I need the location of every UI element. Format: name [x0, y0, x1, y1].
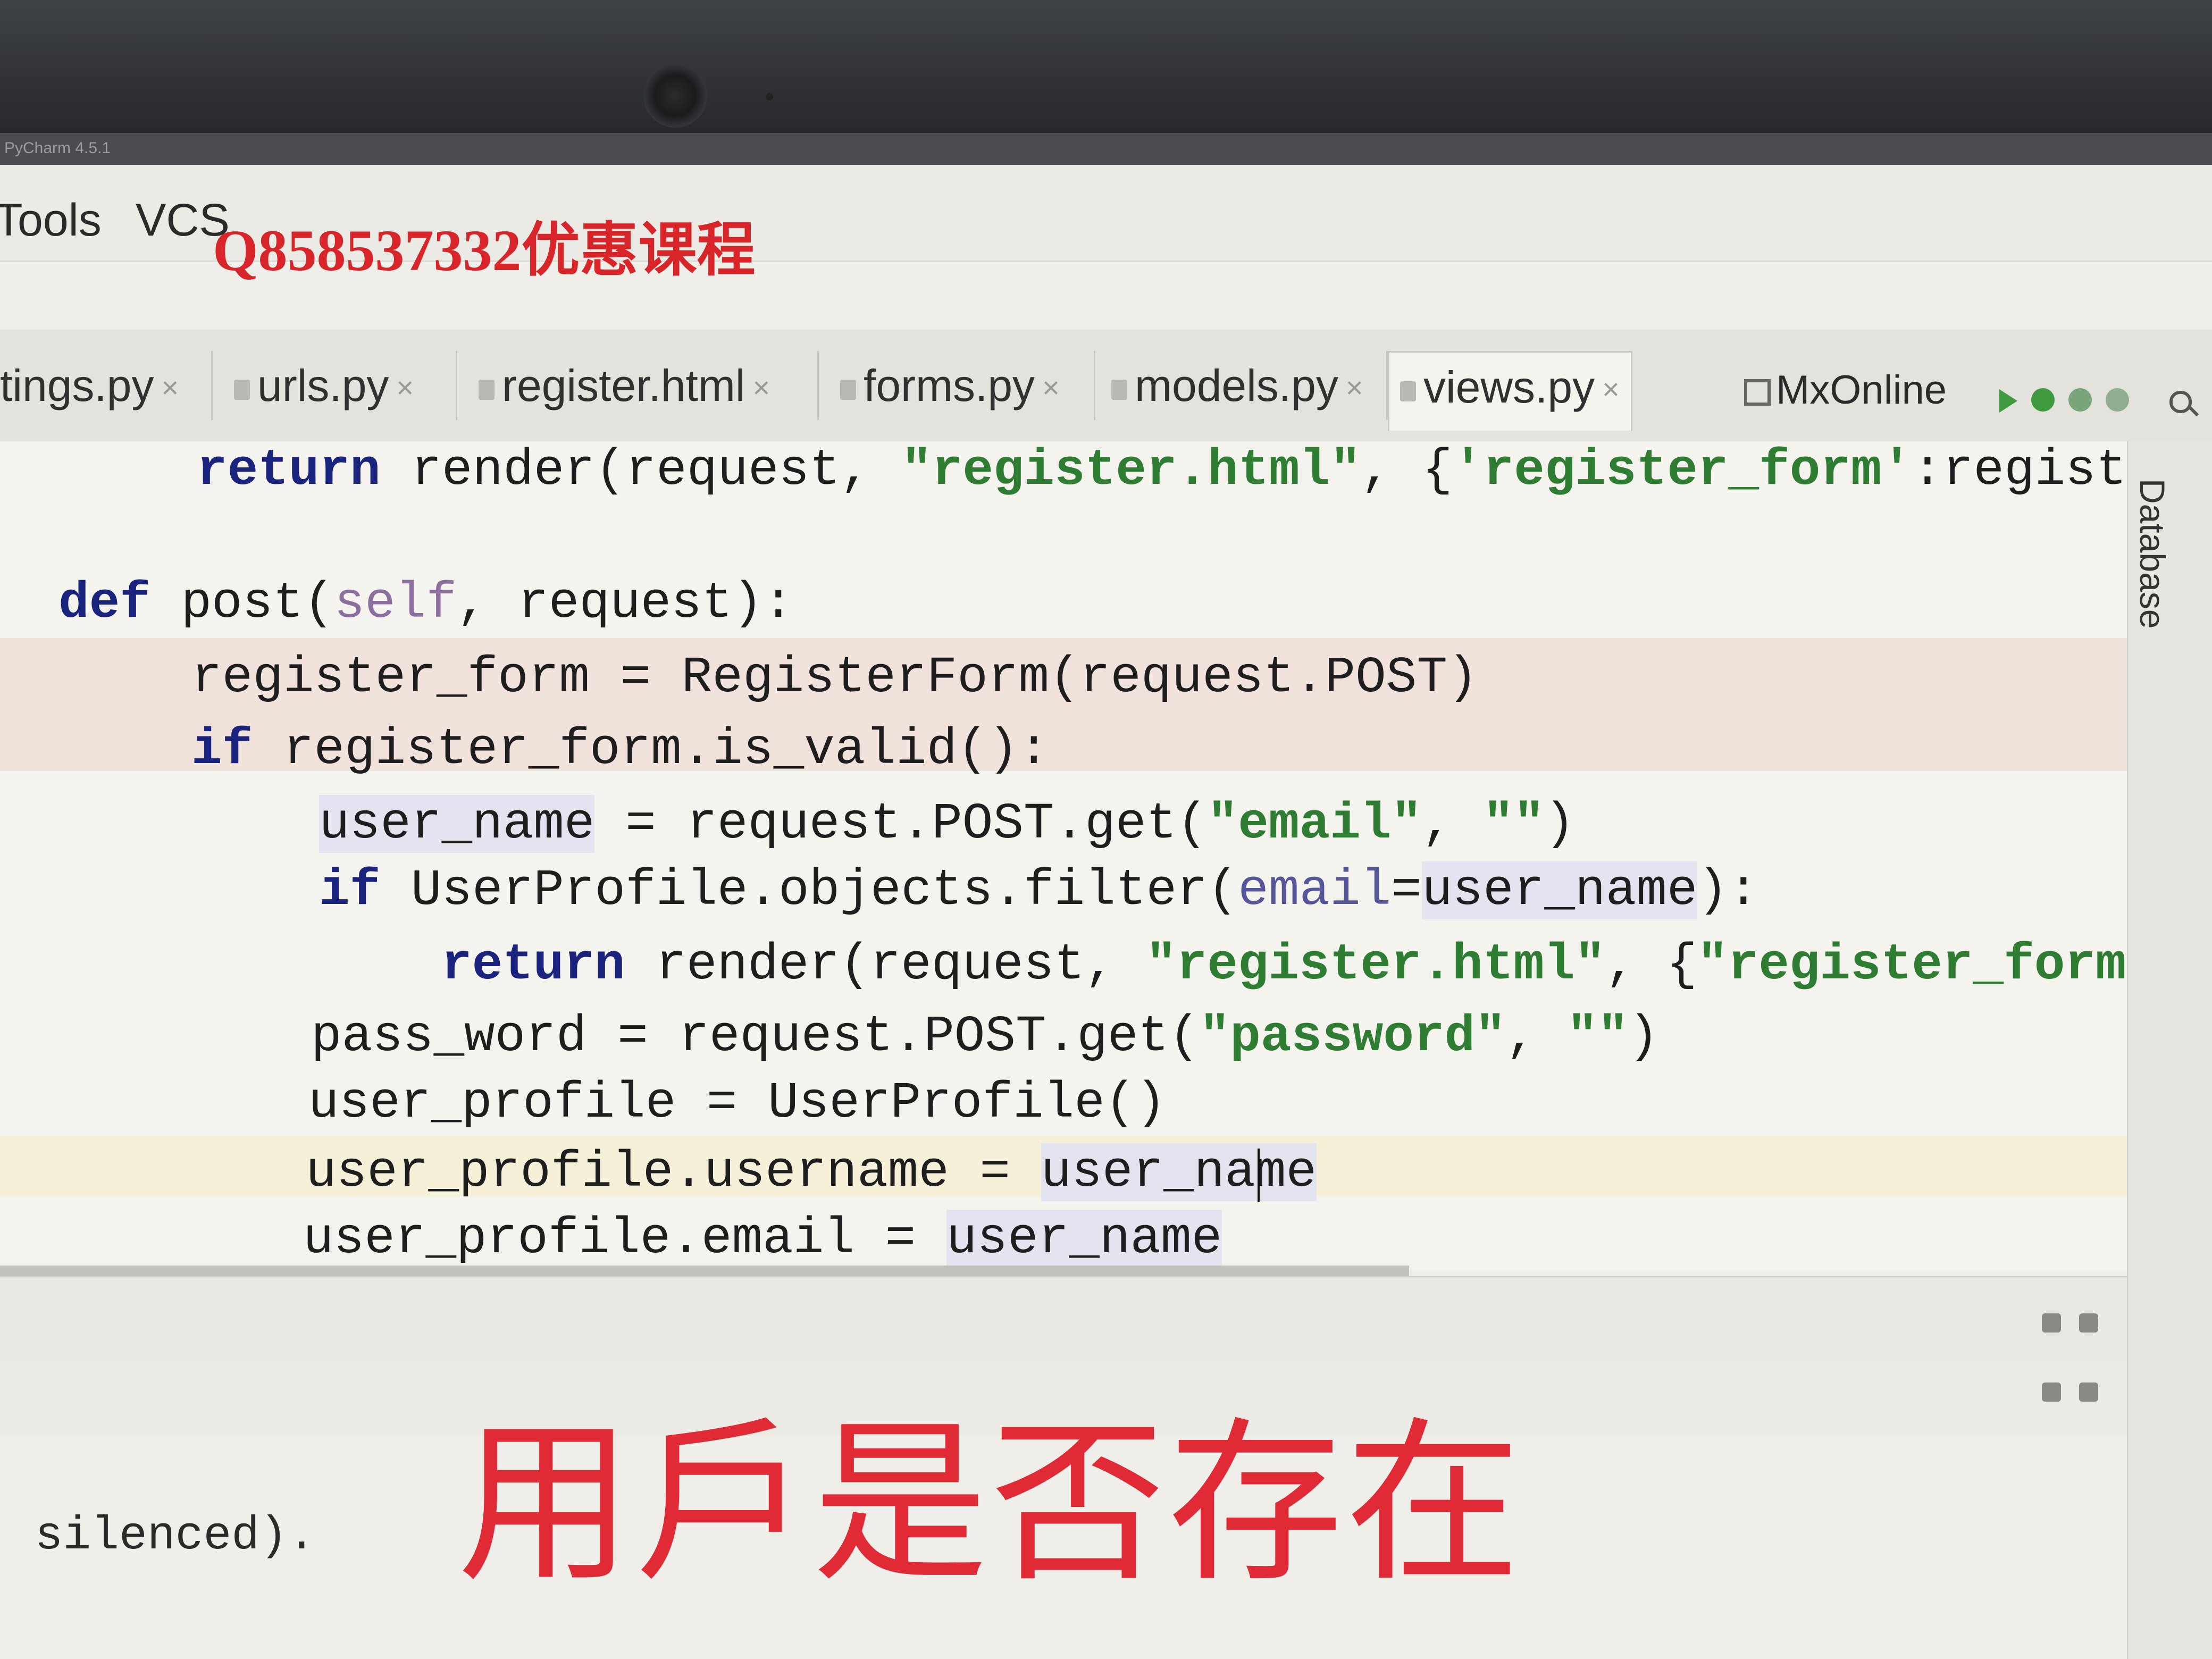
window-title: PyCharm 4.5.1	[4, 139, 111, 157]
python-file-icon	[1111, 380, 1127, 400]
search-icon[interactable]	[2169, 391, 2192, 413]
pin-icon[interactable]	[2042, 1313, 2061, 1333]
tab-label: register.html	[502, 361, 745, 410]
keyword-if: if	[191, 720, 253, 778]
text-caret	[1258, 1149, 1260, 1202]
coverage-icon[interactable]	[2068, 388, 2092, 412]
tab-close-icon[interactable]: ×	[753, 353, 770, 422]
code-line-1: return render(request, "register.html", …	[197, 441, 2212, 499]
menu-item-tools[interactable]: Tools	[0, 194, 102, 247]
code-line-4: if register_form.is_valid():	[191, 720, 1050, 778]
tab-label: forms.py	[864, 361, 1035, 410]
tab-settings-py[interactable]: tings.py ×	[0, 351, 213, 420]
python-file-icon	[234, 380, 250, 400]
code-line-10: user_profile.username = user_name	[306, 1143, 1317, 1201]
identifier-usage: user_name	[1041, 1143, 1317, 1201]
code-line-5: user_name = request.POST.get("email", ""…	[319, 795, 1575, 853]
code-line-9: user_profile = UserProfile()	[308, 1074, 1167, 1132]
run-icon[interactable]	[1999, 389, 2017, 413]
string-literal: "register.html"	[901, 441, 1361, 499]
tab-views-py[interactable]: views.py ×	[1388, 351, 1632, 431]
python-file-icon	[1400, 381, 1416, 401]
video-caption: 用戶是否存在	[457, 1402, 1523, 1606]
tab-label: models.py	[1135, 361, 1338, 410]
code-line-8: pass_word = request.POST.get("password",…	[311, 1008, 1659, 1066]
tab-register-html[interactable]: register.html ×	[468, 351, 819, 420]
horizontal-scrollbar[interactable]	[0, 1266, 1409, 1276]
string-literal: "register.html"	[1146, 936, 1606, 994]
code-line-11: user_profile.email = user_name	[303, 1210, 1222, 1268]
webcam	[643, 64, 707, 128]
keyword-return: return	[197, 441, 381, 499]
string-literal: ""	[1566, 1008, 1629, 1066]
string-literal: "email"	[1207, 795, 1422, 853]
tab-label: tings.py	[0, 361, 154, 410]
code-line-6: if UserProfile.objects.filter(email=user…	[319, 861, 1759, 919]
run-configuration-selector[interactable]: MxOnline	[1744, 367, 1947, 413]
debug-icon[interactable]	[2031, 388, 2055, 412]
identifier-usage: user_name	[319, 795, 595, 853]
database-tool-button[interactable]: Database	[2132, 479, 2173, 629]
string-literal: "password"	[1199, 1008, 1506, 1066]
window-titlebar	[0, 133, 2212, 165]
watermark-overlay: Q858537332优惠课程	[213, 218, 756, 283]
console-output-line: ) silenced).	[0, 1510, 316, 1563]
tab-close-icon[interactable]: ×	[396, 353, 414, 422]
tab-forms-py[interactable]: forms.py ×	[830, 351, 1095, 420]
run-config-label: MxOnline	[1776, 367, 1947, 413]
webcam-indicator	[766, 93, 773, 100]
identifier-usage: user_name	[1421, 861, 1698, 919]
named-argument: email	[1238, 861, 1392, 919]
profile-icon[interactable]	[2106, 388, 2129, 412]
identifier-usage: user_name	[946, 1210, 1222, 1268]
keyword-return: return	[441, 936, 625, 994]
self-param: self	[334, 574, 457, 632]
tab-close-icon[interactable]: ×	[162, 353, 179, 422]
laptop-screen: PyCharm 4.5.1 Tools VCS Q858537332优惠课程 t…	[0, 0, 2212, 1659]
tab-label: urls.py	[257, 361, 389, 410]
string-literal: 'register_form'	[1452, 441, 1913, 499]
hide-icon[interactable]	[2079, 1313, 2098, 1333]
string-literal: ""	[1483, 795, 1545, 853]
keyword-def: def	[58, 574, 150, 632]
python-file-icon	[840, 380, 856, 400]
tab-close-icon[interactable]: ×	[1602, 355, 1620, 424]
code-line-2: def post(self, request):	[58, 574, 794, 632]
string-literal: "register_form"	[1697, 936, 2157, 994]
tab-models-py[interactable]: models.py ×	[1101, 351, 1388, 420]
code-line-7: return render(request, "register.html", …	[441, 936, 2212, 994]
minimize-icon[interactable]	[2079, 1382, 2098, 1402]
keyword-if: if	[319, 861, 381, 919]
tab-label: views.py	[1423, 362, 1595, 412]
django-config-icon	[1744, 379, 1771, 406]
tool-window-header	[0, 1276, 2127, 1363]
tab-urls-py[interactable]: urls.py ×	[223, 351, 457, 420]
html-file-icon	[479, 380, 495, 400]
code-line-3: register_form = RegisterForm(request.POS…	[191, 649, 1478, 707]
tab-close-icon[interactable]: ×	[1346, 353, 1363, 422]
tab-close-icon[interactable]: ×	[1042, 353, 1060, 422]
settings-icon[interactable]	[2042, 1382, 2061, 1402]
